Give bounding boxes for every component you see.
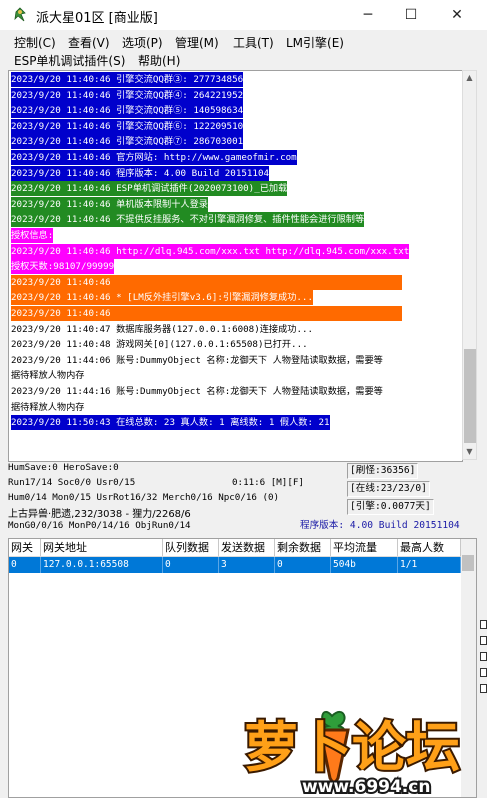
log-line: 授权信息: bbox=[11, 228, 54, 243]
status-save: HumSave:0 HeroSave:0 bbox=[8, 462, 119, 473]
program-version: 程序版本: 4.00 Build 20151104 bbox=[300, 520, 460, 531]
log-line: 2023/9/20 11:40:46 不提供反挂服务、不对引擎漏洞修复、插件性能… bbox=[11, 212, 365, 228]
window-title: 派大星01区 [商业版] bbox=[36, 11, 158, 26]
menu-options[interactable]: 选项(P) bbox=[122, 34, 163, 51]
table-scrollbar-thumb[interactable] bbox=[462, 555, 474, 571]
menu-esp-plugin[interactable]: ESP单机调试插件(S) bbox=[14, 52, 125, 69]
log-panel[interactable]: 2023/9/20 11:40:46 引擎交流QQ群③: 277734856 20… bbox=[8, 70, 463, 462]
watermark-brand: 萝卜论坛 bbox=[244, 716, 460, 779]
menu-help[interactable]: 帮助(H) bbox=[138, 52, 180, 69]
checkbox-icon[interactable] bbox=[480, 668, 487, 677]
site-watermark-logo: 萝卜论坛 www.6994.cn bbox=[242, 710, 462, 796]
log-line: 2023/9/20 11:40:46 http://dlq.945.com/xx… bbox=[11, 243, 410, 259]
menu-manage[interactable]: 管理(M) bbox=[175, 34, 219, 51]
log-scrollbar[interactable]: ▲ ▼ bbox=[462, 70, 477, 460]
table-row[interactable]: 0 127.0.0.1:65508 0 3 0 504b 1/1 bbox=[9, 557, 461, 573]
table-cell: 0 bbox=[9, 557, 41, 573]
log-line: 授权天数:98107/99999 bbox=[11, 259, 115, 275]
menu-control[interactable]: 控制(C) bbox=[14, 34, 56, 51]
column-header[interactable]: 剩余数据 bbox=[275, 539, 331, 556]
log-scrollbar-thumb[interactable] bbox=[464, 349, 476, 443]
column-header[interactable]: 平均流量 bbox=[331, 539, 398, 556]
close-icon: ✕ bbox=[451, 7, 463, 23]
log-line: 2023/9/20 11:40:46 引擎交流QQ群④: 264221952 bbox=[11, 87, 244, 103]
status-counters: Hum0/14 Mon0/15 UsrRot16/32 Merch0/16 Np… bbox=[8, 492, 280, 503]
log-line: 2023/9/20 11:40:46 bbox=[11, 274, 402, 290]
checkbox-icon[interactable] bbox=[480, 684, 487, 693]
log-line: 2023/9/20 11:40:47 数据库服务器(127.0.0.1:6008… bbox=[11, 321, 314, 337]
column-header[interactable]: 网关地址 bbox=[41, 539, 163, 556]
table-header: 网关 网关地址 队列数据 发送数据 剩余数据 平均流量 最高人数 bbox=[9, 539, 461, 557]
log-line: 2023/9/20 11:40:46 引擎交流QQ群③: 277734856 bbox=[11, 72, 244, 87]
log-line: 据待释放人物内存 bbox=[11, 399, 85, 415]
table-cell: 127.0.0.1:65508 bbox=[41, 557, 163, 573]
table-cell: 0 bbox=[163, 557, 219, 573]
table-cell: 0 bbox=[275, 557, 331, 573]
column-header[interactable]: 网关 bbox=[9, 539, 41, 556]
log-line: 2023/9/20 11:40:46 ESP单机调试插件(2020073100)… bbox=[11, 181, 288, 197]
log-line: 2023/9/20 11:44:16 账号:DummyObject 名称:龙御天… bbox=[11, 384, 383, 399]
status-monster: 上古异兽·肥遗,232/3038 - 狸力/2268/6 bbox=[8, 509, 191, 520]
maximize-button[interactable]: ☐ bbox=[388, 0, 434, 30]
log-line: 2023/9/20 11:40:46 程序版本: 4.00 Build 2015… bbox=[11, 165, 270, 181]
close-button[interactable]: ✕ bbox=[434, 0, 480, 30]
scroll-down-icon[interactable]: ▼ bbox=[463, 445, 476, 459]
status-mon-groups: MonG0/0/16 MonP0/14/16 ObjRun0/14 bbox=[8, 520, 191, 531]
log-line: 据待释放人物内存 bbox=[11, 368, 85, 384]
refresh-monster-stat: [刷怪:36356] bbox=[347, 463, 419, 479]
menu-bar: 控制(C) 查看(V) 选项(P) 管理(M) 工具(T) LM引擎(E) ES… bbox=[0, 30, 487, 70]
log-line: 2023/9/20 11:40:46 bbox=[11, 306, 402, 321]
table-cell: 504b bbox=[331, 557, 398, 573]
app-icon bbox=[14, 7, 26, 22]
checkbox-icon[interactable] bbox=[480, 652, 487, 661]
scroll-up-icon[interactable]: ▲ bbox=[463, 71, 476, 85]
checkbox-icon[interactable] bbox=[480, 620, 487, 629]
log-line: 2023/9/20 11:40:46 引擎交流QQ群⑤: 140598634 bbox=[11, 103, 244, 119]
menu-view[interactable]: 查看(V) bbox=[68, 34, 110, 51]
engine-stat: [引擎:0.0077天] bbox=[347, 499, 434, 515]
menu-tools[interactable]: 工具(T) bbox=[233, 34, 274, 51]
log-line: 2023/9/20 11:44:06 账号:DummyObject 名称:龙御天… bbox=[11, 352, 383, 368]
log-line: 2023/9/20 11:40:46 官方网站: http://www.game… bbox=[11, 150, 297, 165]
menu-lm-engine[interactable]: LM引擎(E) bbox=[286, 34, 344, 51]
table-cell: 1/1 bbox=[398, 557, 461, 573]
status-run: Run17/14 Soc0/0 Usr0/15 bbox=[8, 477, 136, 488]
log-line: 2023/9/20 11:40:46 单机版本限制十人登录 bbox=[11, 196, 208, 212]
watermark-url: www.6994.cn bbox=[302, 777, 430, 796]
column-header[interactable]: 最高人数 bbox=[398, 539, 461, 556]
title-bar: 派大星01区 [商业版] ─ ☐ ✕ bbox=[0, 0, 487, 30]
minimize-button[interactable]: ─ bbox=[345, 0, 391, 30]
column-header[interactable]: 发送数据 bbox=[219, 539, 275, 556]
table-cell: 3 bbox=[219, 557, 275, 573]
column-header[interactable]: 队列数据 bbox=[163, 539, 219, 556]
log-line: 2023/9/20 11:40:46 引擎交流QQ群⑥: 122209510 bbox=[11, 118, 244, 134]
checkbox-icon[interactable] bbox=[480, 636, 487, 645]
status-runtime: 0:11:6 [M][F] bbox=[232, 477, 304, 488]
minimize-icon: ─ bbox=[363, 7, 373, 23]
log-line: 2023/9/20 11:40:48 游戏网关[0](127.0.0.1:655… bbox=[11, 337, 308, 353]
maximize-icon: ☐ bbox=[404, 7, 418, 23]
log-line: 2023/9/20 11:40:46 引擎交流QQ群⑦: 286703001 bbox=[11, 134, 244, 150]
online-stat: [在线:23/23/0] bbox=[347, 481, 430, 497]
log-line: 2023/9/20 11:40:46 * [LM反外挂引擎v3.6]:引擎漏洞修… bbox=[11, 290, 313, 306]
log-line: 2023/9/20 11:50:43 在线总数: 23 真人数: 1 离线数: … bbox=[11, 415, 330, 431]
